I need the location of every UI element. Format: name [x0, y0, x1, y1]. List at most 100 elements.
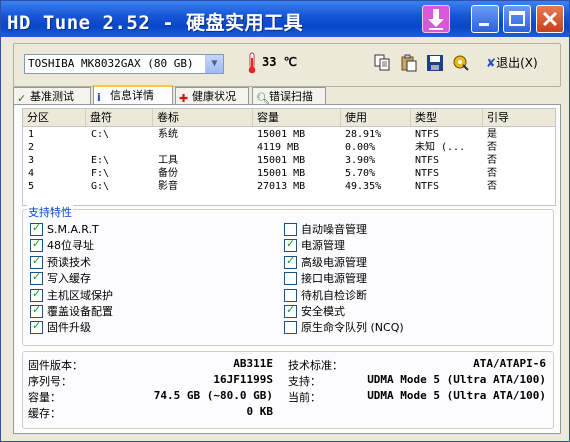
table-cell: 是	[487, 129, 497, 140]
close-icon	[542, 11, 558, 27]
feature-label: 主机区域保护	[47, 288, 113, 302]
tab-health[interactable]: ✚ 健康状况	[175, 87, 249, 105]
support-label: 支持：	[288, 375, 321, 388]
maximize-button[interactable]	[503, 5, 531, 33]
feature-checkbox[interactable]: 固件升级	[30, 319, 91, 335]
capacity-label: 容量：	[28, 391, 61, 404]
table-cell: 否	[487, 168, 497, 179]
feature-checkbox[interactable]: 预读技术	[30, 254, 91, 270]
table-cell: NTFS	[415, 155, 440, 166]
feature-checkbox[interactable]: 高级电源管理	[284, 254, 367, 270]
table-cell: 27013 MB	[257, 181, 306, 192]
checkbox-icon[interactable]	[284, 223, 297, 236]
checkbox-icon[interactable]	[284, 254, 297, 269]
column-header[interactable]: 分区	[23, 109, 86, 126]
checkbox-icon[interactable]	[284, 272, 297, 286]
column-header[interactable]: 类型	[411, 109, 483, 126]
feature-label: 覆盖设备配置	[47, 305, 113, 318]
checkbox-icon[interactable]	[284, 288, 297, 302]
checkbox-icon[interactable]	[30, 287, 43, 302]
chevron-down-icon[interactable]: ▼	[205, 55, 223, 73]
feature-checkbox[interactable]: 电源管理	[284, 237, 345, 253]
table-cell: 系统	[158, 129, 178, 140]
current-label: 当前：	[288, 391, 321, 404]
table-cell: NTFS	[415, 181, 440, 192]
table-row[interactable]: 5 G:\ 影音 27013 MB 49.35% NTFS 否	[23, 180, 555, 193]
save-icon[interactable]	[426, 54, 444, 72]
device-info-group: 固件版本： AB311E 序列号： 16JF1199S 容量： 74.5 GB …	[22, 351, 554, 429]
feature-checkbox[interactable]: 主机区域保护	[30, 287, 113, 303]
cache-label: 缓存：	[28, 407, 61, 420]
feature-checkbox[interactable]: 接口电源管理	[284, 272, 367, 286]
tab-error-scan[interactable]: 🔍︎ 错误扫描	[252, 87, 326, 105]
table-cell: 15001 MB	[257, 168, 306, 179]
tab-label: 健康状况	[192, 90, 236, 103]
checkbox-icon[interactable]	[30, 303, 43, 318]
table-row[interactable]: 3 E:\ 工具 15001 MB 3.90% NTFS 否	[23, 154, 555, 167]
table-cell: 4	[28, 168, 35, 179]
title-bar[interactable]: HD Tune 2.52 - 硬盘实用工具	[1, 1, 569, 37]
current-value: UDMA Mode 5 (Ultra ATA/100)	[367, 389, 546, 402]
table-cell: F:\	[91, 168, 110, 179]
feature-checkbox[interactable]: 覆盖设备配置	[30, 303, 113, 319]
table-row[interactable]: 4 F:\ 备份 15001 MB 5.70% NTFS 否	[23, 167, 555, 180]
tab-info[interactable]: i 信息详情	[93, 85, 173, 105]
tab-label: 基准测试	[30, 90, 74, 103]
feature-checkbox[interactable]: 自动噪音管理	[284, 223, 367, 237]
table-cell: 1	[28, 129, 35, 140]
table-row[interactable]: 1 C:\ 系统 15001 MB 28.91% NTFS 是	[23, 128, 555, 141]
table-cell: 15001 MB	[257, 155, 306, 166]
checkbox-icon[interactable]	[30, 319, 43, 335]
drive-select-value: TOSHIBA MK8032GAX (80 GB)	[28, 57, 194, 70]
table-cell: 0.00%	[345, 142, 376, 153]
tab-label: 错误扫描	[269, 90, 313, 103]
table-cell: 3	[28, 155, 35, 166]
checkbox-icon[interactable]	[30, 270, 43, 286]
table-cell: 3.90%	[345, 155, 376, 166]
window-title: HD Tune 2.52 - 硬盘实用工具	[7, 12, 304, 34]
feature-checkbox[interactable]: 原生命令队列 (NCQ)	[284, 321, 404, 335]
feature-checkbox[interactable]: S.M.A.R.T	[30, 221, 99, 237]
partition-table[interactable]: 分区 盘符 卷标 容量 使用 类型 引导 1 C:\ 系统 15001 MB 28.91…	[22, 108, 556, 206]
options-icon[interactable]	[452, 54, 470, 72]
column-header[interactable]: 引导	[483, 109, 555, 126]
table-header: 分区 盘符 卷标 容量 使用 类型 引导	[23, 109, 555, 127]
table-row[interactable]: 2 4119 MB 0.00% 未知 (... 否	[23, 141, 555, 154]
exit-button[interactable]: ✘退出(X)	[486, 54, 538, 71]
checkbox-icon[interactable]	[30, 221, 43, 236]
close-button[interactable]	[536, 5, 564, 33]
feature-checkbox[interactable]: 安全模式	[284, 303, 345, 319]
drive-select[interactable]: TOSHIBA MK8032GAX (80 GB) ▼	[24, 54, 224, 74]
tab-benchmark[interactable]: ✓ 基准测试	[13, 87, 91, 105]
table-cell: 15001 MB	[257, 129, 306, 140]
feature-label: 原生命令队列 (NCQ)	[301, 321, 404, 335]
minimize-button[interactable]	[471, 5, 499, 33]
checkbox-icon[interactable]	[284, 237, 297, 253]
support-value: UDMA Mode 5 (Ultra ATA/100)	[367, 373, 546, 386]
checkbox-icon[interactable]	[30, 237, 43, 253]
copy-icon[interactable]	[374, 54, 392, 72]
table-cell: 5.70%	[345, 168, 376, 179]
download-button[interactable]	[422, 5, 450, 33]
table-cell: 影音	[158, 181, 178, 192]
feature-checkbox[interactable]: 48位寻址	[30, 237, 94, 253]
checkbox-icon[interactable]	[284, 321, 297, 335]
column-header[interactable]: 盘符	[86, 109, 153, 126]
column-header[interactable]: 使用	[341, 109, 411, 126]
table-cell: 5	[28, 181, 35, 192]
toolbar: TOSHIBA MK8032GAX (80 GB) ▼ 33 ℃ ✘退出(X)	[13, 43, 561, 87]
table-cell: G:\	[91, 181, 110, 192]
paste-icon[interactable]	[400, 54, 418, 72]
thermometer-icon	[248, 52, 256, 74]
feature-checkbox[interactable]: 待机自检诊断	[284, 288, 367, 303]
column-header[interactable]: 卷标	[153, 109, 253, 126]
table-cell: 2	[28, 142, 35, 153]
feature-checkbox[interactable]: 写入缓存	[30, 270, 91, 286]
table-cell: NTFS	[415, 168, 440, 179]
checkbox-icon[interactable]	[30, 254, 43, 269]
main-window: HD Tune 2.52 - 硬盘实用工具 TOSHIBA MK8032GAX …	[0, 0, 570, 442]
column-header[interactable]: 容量	[253, 109, 341, 126]
checkbox-icon[interactable]	[284, 303, 297, 318]
standard-value: ATA/ATAPI-6	[473, 357, 546, 370]
table-cell: 49.35%	[345, 181, 382, 192]
